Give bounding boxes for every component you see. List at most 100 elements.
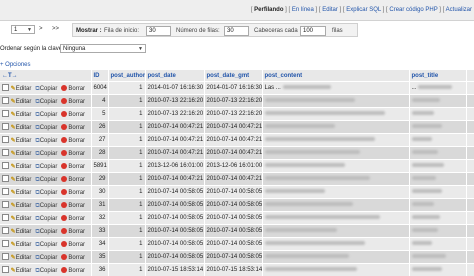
- copy-button[interactable]: ⧉Copiar: [35, 203, 57, 210]
- crear-codigo-php-link[interactable]: Crear código PHP: [389, 7, 437, 13]
- header-id[interactable]: ID: [91, 70, 108, 82]
- copy-button[interactable]: ⧉Copiar: [35, 242, 57, 249]
- delete-button[interactable]: Borrar: [61, 228, 85, 235]
- delete-button[interactable]: Borrar: [61, 241, 85, 248]
- fila-inicio-input[interactable]: 30: [146, 26, 171, 36]
- delete-label: Borrar: [68, 229, 85, 235]
- edit-button[interactable]: ✎Editar: [11, 254, 32, 261]
- delete-label: Borrar: [68, 177, 85, 183]
- results-table: ←T→ ID post_author post_date post_date_g…: [0, 70, 474, 276]
- edit-button[interactable]: ✎Editar: [11, 85, 32, 92]
- header-post-content[interactable]: post_content: [262, 70, 409, 82]
- cell-id: 31: [91, 199, 108, 212]
- mostrar-button[interactable]: Mostrar :: [76, 28, 102, 34]
- copy-button[interactable]: ⧉Copiar: [35, 99, 57, 106]
- row-actions: ✎Editar⧉Copiar Borrar: [0, 212, 91, 225]
- row-checkbox[interactable]: [2, 188, 9, 195]
- row-checkbox[interactable]: [2, 175, 9, 182]
- row-checkbox[interactable]: [2, 162, 9, 169]
- copy-button[interactable]: ⧉Copiar: [35, 151, 57, 158]
- copy-button[interactable]: ⧉Copiar: [35, 125, 57, 132]
- copy-button[interactable]: ⧉Copiar: [35, 229, 57, 236]
- numero-filas-input[interactable]: 30: [224, 26, 249, 36]
- last-page-button[interactable]: >>: [52, 26, 59, 32]
- cell-id: 5: [91, 108, 108, 121]
- delete-button[interactable]: Borrar: [61, 124, 85, 131]
- row-checkbox[interactable]: [2, 227, 9, 234]
- cell-post-author: 1: [108, 173, 145, 186]
- page-select[interactable]: 1 ▼: [11, 25, 35, 34]
- delete-button[interactable]: Borrar: [61, 163, 85, 170]
- copy-button[interactable]: ⧉Copiar: [35, 177, 57, 184]
- edit-button[interactable]: ✎Editar: [11, 176, 32, 183]
- copy-button[interactable]: ⧉Copiar: [35, 164, 57, 171]
- delete-button[interactable]: Borrar: [61, 215, 85, 222]
- row-checkbox[interactable]: [2, 201, 9, 208]
- cell-post-date-gmt: 2010-07-13 22:16:20: [204, 95, 262, 108]
- edit-button[interactable]: ✎Editar: [11, 202, 32, 209]
- header-more: [466, 70, 474, 82]
- row-checkbox[interactable]: [2, 149, 9, 156]
- header-post-date[interactable]: post_date: [145, 70, 204, 82]
- next-page-button[interactable]: >: [39, 26, 43, 32]
- edit-button[interactable]: ✎Editar: [11, 111, 32, 118]
- cell-post-content: [262, 95, 409, 108]
- delete-button[interactable]: Borrar: [61, 254, 85, 261]
- delete-icon: [61, 163, 67, 169]
- row-checkbox[interactable]: [2, 266, 9, 273]
- redacted-text: [412, 228, 438, 232]
- redacted-text: [412, 189, 442, 193]
- edit-button[interactable]: ✎Editar: [11, 124, 32, 131]
- row-checkbox[interactable]: [2, 84, 9, 91]
- delete-button[interactable]: Borrar: [61, 137, 85, 144]
- cell-post-date-gmt: 2010-07-14 00:47:21: [204, 121, 262, 134]
- delete-button[interactable]: Borrar: [61, 150, 85, 157]
- delete-button[interactable]: Borrar: [61, 189, 85, 196]
- opciones-link[interactable]: + Opciones: [0, 62, 31, 68]
- copy-button[interactable]: ⧉Copiar: [35, 268, 57, 275]
- copy-button[interactable]: ⧉Copiar: [35, 216, 57, 223]
- editar-link[interactable]: Editar: [322, 7, 338, 13]
- row-checkbox[interactable]: [2, 214, 9, 221]
- perfilando-checkbox[interactable]: Perfilando: [254, 7, 283, 13]
- explicar-sql-link[interactable]: Explicar SQL: [346, 7, 381, 13]
- header-post-date-gmt[interactable]: post_date_gmt: [204, 70, 262, 82]
- row-checkbox[interactable]: [2, 136, 9, 143]
- copy-button[interactable]: ⧉Copiar: [35, 86, 57, 93]
- table-row: ✎Editar⧉CopiarBorrar3012010-07-14 00:58:…: [0, 186, 474, 199]
- row-checkbox[interactable]: [2, 110, 9, 117]
- redacted-text: [265, 137, 375, 141]
- header-post-title[interactable]: post_title: [409, 70, 466, 82]
- row-checkbox[interactable]: [2, 97, 9, 104]
- actualizar-link[interactable]: Actualizar: [446, 7, 472, 13]
- copy-button[interactable]: ⧉Copiar: [35, 138, 57, 145]
- edit-button[interactable]: ✎Editar: [11, 215, 32, 222]
- edit-button[interactable]: ✎Editar: [11, 241, 32, 248]
- copy-button[interactable]: ⧉Copiar: [35, 255, 57, 262]
- table-row: ✎Editar⧉CopiarBorrar600412014-01-07 16:1…: [0, 82, 474, 95]
- delete-button[interactable]: Borrar: [61, 267, 85, 274]
- edit-button[interactable]: ✎Editar: [11, 228, 32, 235]
- en-linea-link[interactable]: En línea: [292, 7, 314, 13]
- delete-button[interactable]: Borrar: [61, 85, 85, 92]
- edit-button[interactable]: ✎Editar: [11, 189, 32, 196]
- row-checkbox[interactable]: [2, 240, 9, 247]
- edit-button[interactable]: ✎Editar: [11, 137, 32, 144]
- copy-button[interactable]: ⧉Copiar: [35, 190, 57, 197]
- edit-button[interactable]: ✎Editar: [11, 150, 32, 157]
- copy-button[interactable]: ⧉Copiar: [35, 112, 57, 119]
- edit-button[interactable]: ✎Editar: [11, 163, 32, 170]
- delete-button[interactable]: Borrar: [61, 111, 85, 118]
- row-checkbox[interactable]: [2, 253, 9, 260]
- delete-button[interactable]: Borrar: [61, 98, 85, 105]
- delete-button[interactable]: Borrar: [61, 202, 85, 209]
- edit-button[interactable]: ✎Editar: [11, 98, 32, 105]
- edit-button[interactable]: ✎Editar: [11, 267, 32, 274]
- row-checkbox[interactable]: [2, 123, 9, 130]
- sort-key-select[interactable]: Ninguna ▼: [60, 44, 146, 53]
- cabeceras-input[interactable]: 100: [300, 26, 326, 36]
- cell-id: 34: [91, 238, 108, 251]
- sort-arrows-icon[interactable]: ←T→: [2, 73, 18, 79]
- delete-button[interactable]: Borrar: [61, 176, 85, 183]
- header-post-author[interactable]: post_author: [108, 70, 145, 82]
